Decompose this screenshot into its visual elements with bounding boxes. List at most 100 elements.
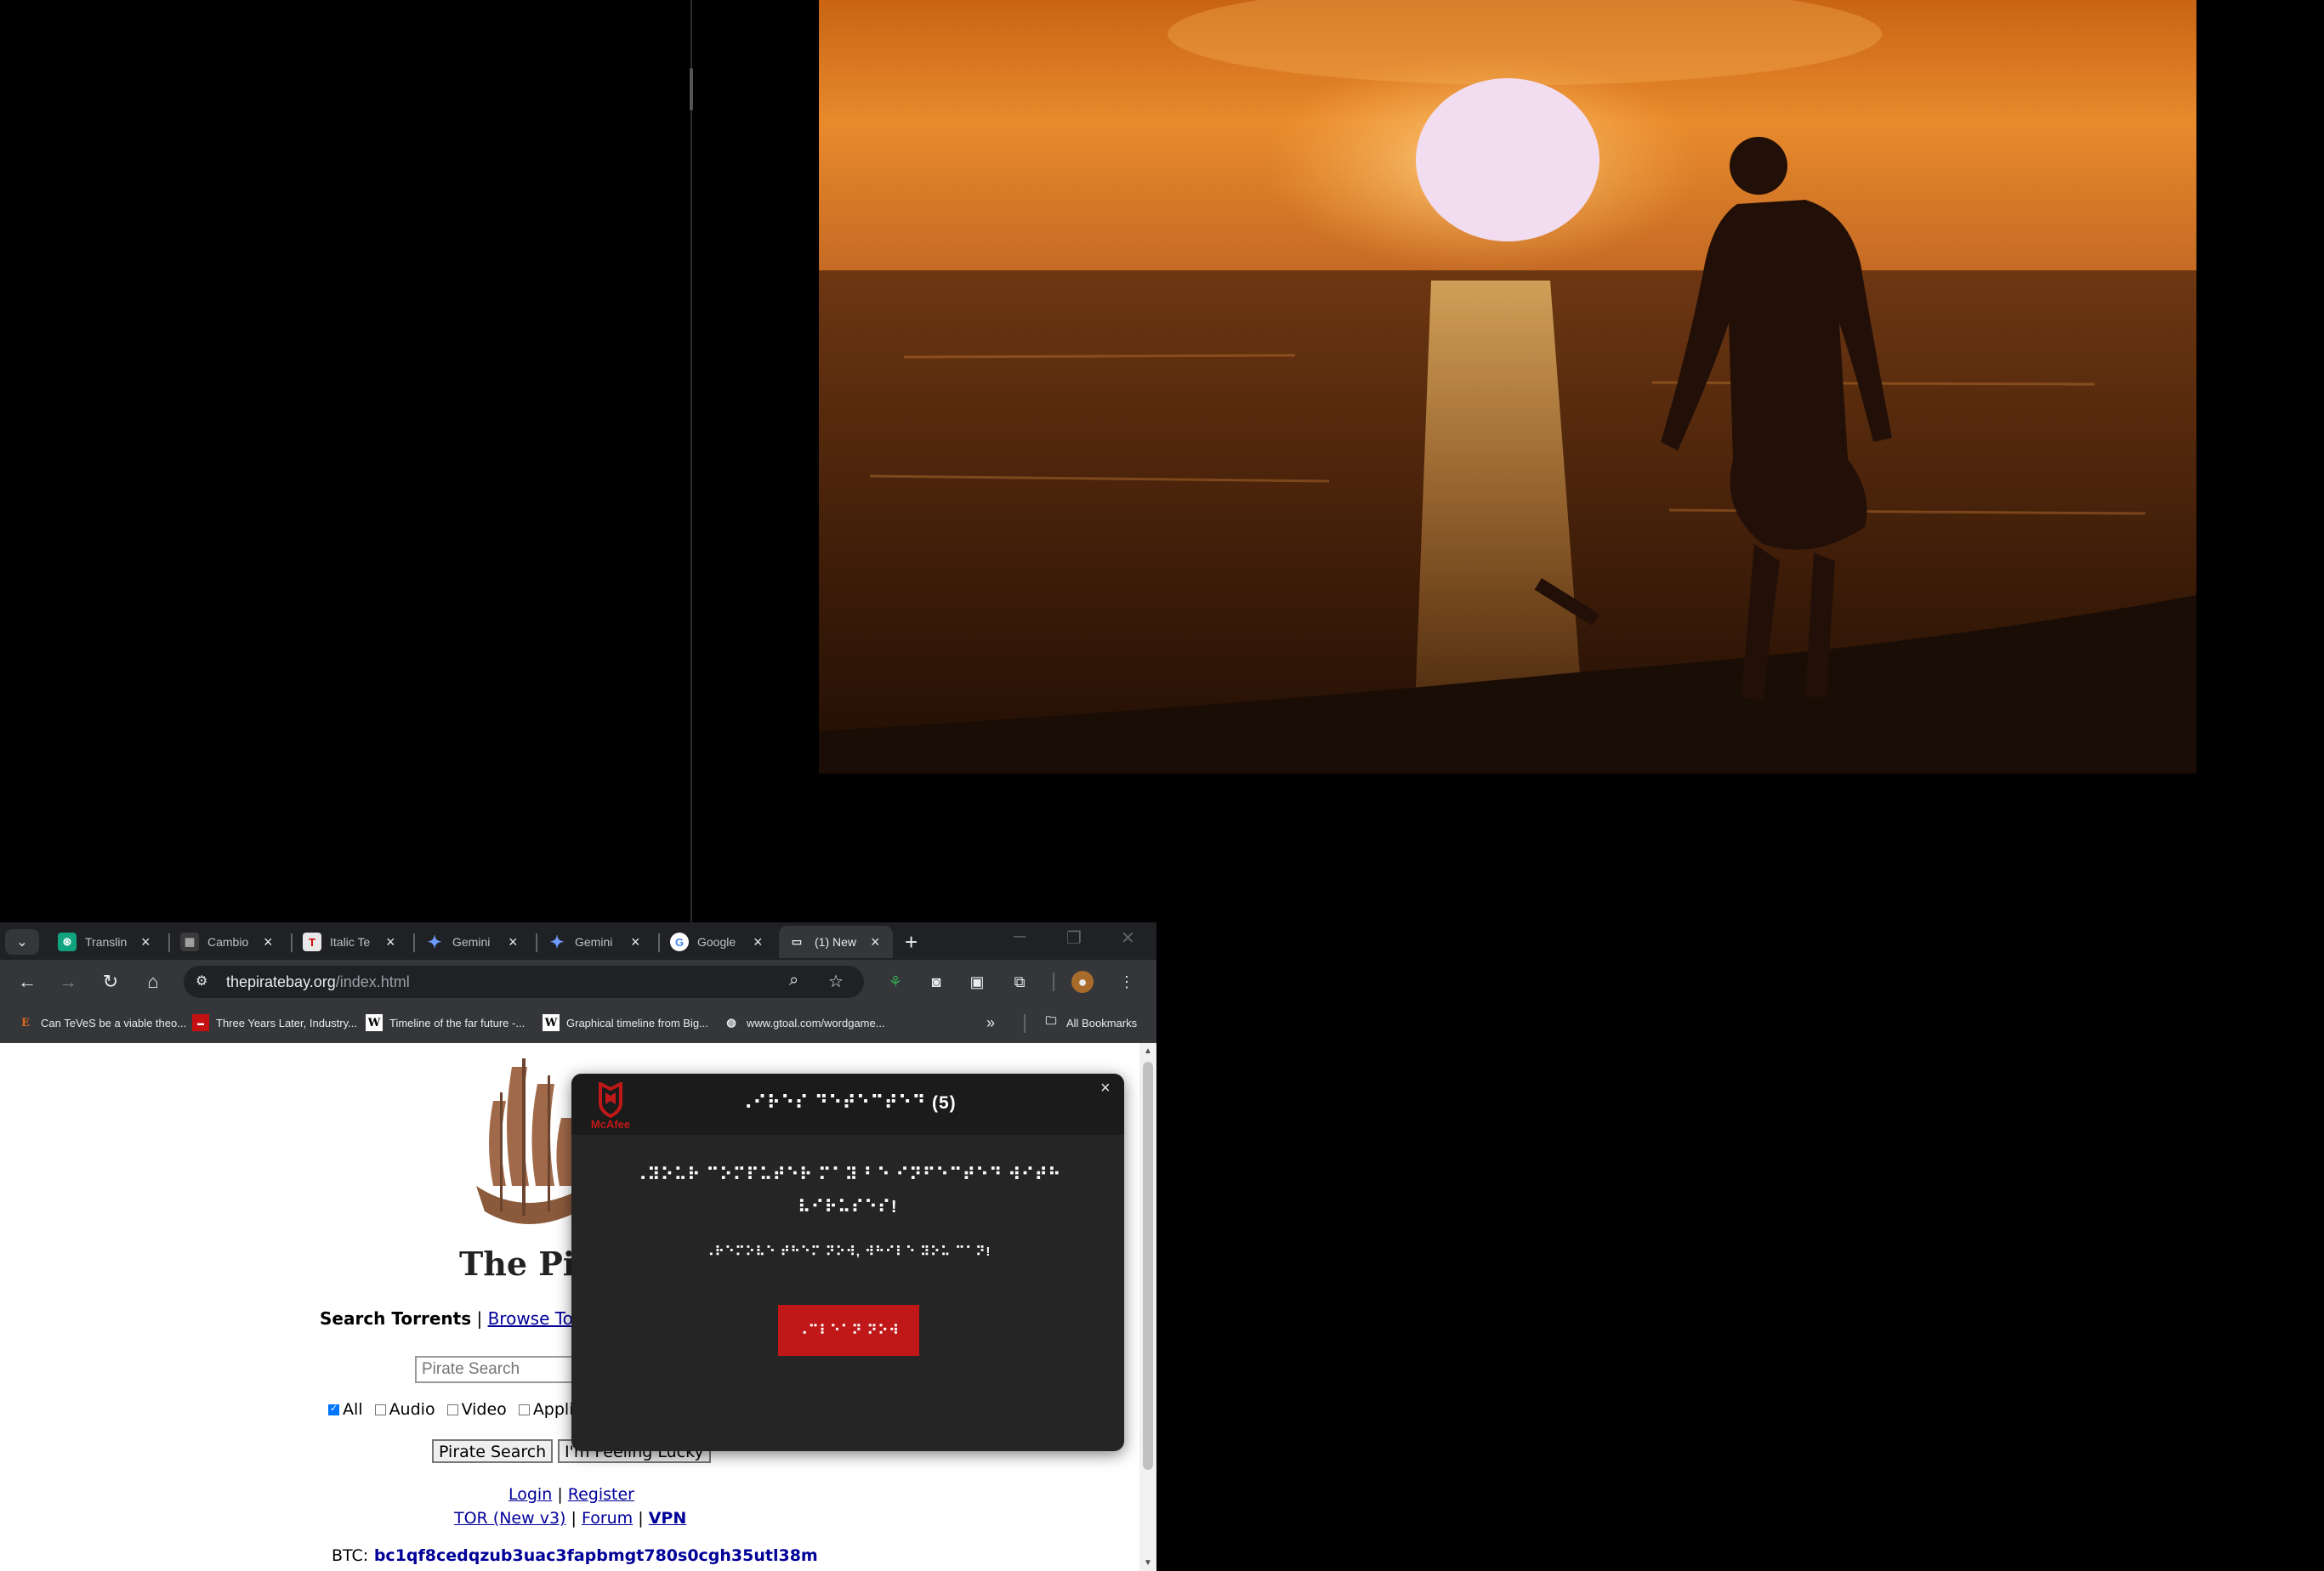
- account-links: Login | Register: [509, 1485, 634, 1504]
- tab-title: Italic Te: [330, 935, 371, 949]
- url-text[interactable]: thepiratebay.org/index.html: [226, 973, 410, 991]
- url-path: /index.html: [335, 973, 410, 990]
- tor-link[interactable]: TOR (New v3): [454, 1509, 565, 1528]
- bookmark-item[interactable]: ▬ Three Years Later, Industry...: [192, 1014, 357, 1031]
- audio-checkbox[interactable]: [374, 1404, 386, 1415]
- cambio-icon: ▦: [180, 933, 199, 951]
- close-tab-icon[interactable]: ×: [509, 933, 518, 951]
- forum-link[interactable]: Forum: [582, 1509, 633, 1528]
- tab-active-new[interactable]: ▭ (1) New ×: [779, 926, 893, 958]
- tab-gemini-1[interactable]: ✦ Gemini ×: [417, 926, 537, 958]
- restore-icon[interactable]: ❐: [1066, 927, 1082, 949]
- profile-avatar-icon[interactable]: ●: [1071, 971, 1094, 993]
- close-tab-icon[interactable]: ×: [264, 933, 273, 951]
- back-icon[interactable]: ←: [14, 968, 41, 995]
- reload-icon[interactable]: ↻: [97, 968, 124, 995]
- tab-gemini-2[interactable]: ✦ Gemini ×: [539, 926, 660, 958]
- close-tab-icon[interactable]: ×: [631, 933, 640, 951]
- chevron-down-icon: ⌄: [16, 935, 28, 950]
- tab-google[interactable]: G Google ×: [662, 926, 781, 958]
- close-window-icon[interactable]: ✕: [1121, 927, 1135, 949]
- btc-label: BTC:: [332, 1546, 369, 1565]
- tab-strip: ⌄ ⊛ Translin × ▦ Cambio × T Italic Te ×: [0, 922, 1156, 960]
- login-link[interactable]: Login: [509, 1485, 552, 1504]
- popup-message: ⠠⠽⠕⠥⠗ ⠉⠕⠍⠏⠥⠞⠑⠗ ⠍⠁⠽ ⠃⠑ ⠊⠝⠋⠑⠉⠞⠑⠙ ⠺⠊⠞⠓ ⠧⠊⠗⠥…: [634, 1165, 1062, 1217]
- folder-icon: 🗀: [1045, 1014, 1057, 1027]
- popup-header: McAfee ⠠⠊⠗⠑⠎ ⠙⠑⠞⠑⠉⠞⠑⠙ (5) ×: [571, 1074, 1124, 1135]
- address-bar[interactable]: ⚙ thepiratebay.org/index.html ⌕ ☆: [184, 966, 864, 998]
- scroll-down-icon[interactable]: ▼: [1144, 1558, 1152, 1568]
- camera-icon[interactable]: ◙: [925, 971, 947, 993]
- home-icon[interactable]: ⌂: [139, 968, 167, 995]
- extensions-icon[interactable]: ⧉: [1009, 971, 1031, 993]
- vpn-link[interactable]: VPN: [649, 1509, 687, 1528]
- cc-icon[interactable]: ▣: [966, 971, 988, 993]
- tab-title: Gemini: [452, 935, 491, 949]
- applications-checkbox[interactable]: [518, 1404, 530, 1415]
- tab-title: Cambio: [207, 935, 249, 949]
- sunset-photo-image: [819, 0, 2196, 774]
- video-label: Video: [461, 1400, 507, 1419]
- wikipedia-icon: W: [543, 1014, 560, 1031]
- globe-icon: ◍: [726, 1016, 736, 1029]
- category-filters: All Audio Video Applica: [323, 1400, 593, 1419]
- popup-action-button[interactable]: ⠠⠉⠇⠑⠁⠝ ⠝⠕⠺: [778, 1305, 919, 1356]
- forward-icon[interactable]: →: [54, 968, 82, 995]
- scrollbar-thumb[interactable]: [1143, 1062, 1153, 1470]
- tab-separator: [291, 933, 293, 952]
- tab-search-button[interactable]: ⌄: [5, 929, 39, 955]
- bookmark-item[interactable]: W Graphical timeline from Big...: [543, 1014, 708, 1031]
- translate-icon: ⊛: [58, 933, 77, 951]
- close-tab-icon[interactable]: ×: [141, 933, 151, 951]
- tab-separator: [658, 933, 660, 952]
- tab-title: Gemini: [575, 935, 613, 949]
- window-divider[interactable]: [690, 0, 692, 922]
- btc-value[interactable]: bc1qf8cedqzub3uac3fapbmgt780s0cgh35utl38…: [374, 1546, 818, 1565]
- browser-toolbar: ← → ↻ ⌂ ⚙ thepiratebay.org/index.html ⌕ …: [0, 960, 1156, 1004]
- tab-cambio[interactable]: ▦ Cambio ×: [172, 926, 293, 958]
- bookmark-label: Three Years Later, Industry...: [216, 1016, 357, 1029]
- new-tab-button[interactable]: +: [905, 929, 918, 956]
- tab-translin[interactable]: ⊛ Translin ×: [49, 926, 170, 958]
- close-tab-icon[interactable]: ×: [871, 933, 880, 951]
- extra-links: TOR (New v3) | Forum | VPN: [454, 1509, 686, 1528]
- pipe-separator: |: [571, 1509, 577, 1528]
- fake-virus-popup: McAfee ⠠⠊⠗⠑⠎ ⠙⠑⠞⠑⠉⠞⠑⠙ (5) × ⠠⠽⠕⠥⠗ ⠉⠕⠍⠏⠥⠞…: [571, 1074, 1124, 1451]
- minimize-icon[interactable]: ─: [1014, 927, 1026, 947]
- popup-subtext: ⠠⠗⠑⠍⠕⠧⠑ ⠞⠓⠑⠍ ⠝⠕⠺, ⠺⠓⠊⠇⠑ ⠽⠕⠥ ⠉⠁⠝!: [704, 1245, 992, 1259]
- tab-separator: [536, 933, 537, 952]
- all-label: All: [343, 1400, 363, 1419]
- divider-grip[interactable]: [690, 68, 693, 111]
- popup-title: ⠠⠊⠗⠑⠎ ⠙⠑⠞⠑⠉⠞⠑⠙ (5): [739, 1093, 957, 1113]
- new-icon: ▭: [791, 935, 803, 948]
- pirate-search-button[interactable]: Pirate Search: [432, 1439, 554, 1463]
- tab-italic-text[interactable]: T Italic Te ×: [294, 926, 415, 958]
- bookmark-item[interactable]: ◍ www.gtoal.com/wordgame...: [723, 1014, 885, 1031]
- scroll-up-icon[interactable]: ▲: [1144, 1046, 1152, 1056]
- video-checkbox[interactable]: [446, 1404, 458, 1415]
- bookmarks-bar: E Can TeVeS be a viable theo... ▬ Three …: [0, 1004, 1156, 1043]
- tab-title: Translin: [85, 935, 128, 949]
- all-bookmarks-button[interactable]: 🗀 All Bookmarks: [1043, 1014, 1137, 1031]
- menu-kebab-icon[interactable]: ⋮: [1116, 971, 1138, 993]
- register-link[interactable]: Register: [568, 1485, 634, 1504]
- mcafee-brand-text: McAfee: [591, 1118, 630, 1130]
- site-info-icon[interactable]: ⚙: [196, 973, 207, 990]
- close-tab-icon[interactable]: ×: [386, 933, 395, 951]
- extension-puzzle-green-icon[interactable]: ⚘: [884, 971, 906, 993]
- more-bookmarks-icon[interactable]: »: [986, 1014, 995, 1032]
- bookmark-label: www.gtoal.com/wordgame...: [747, 1016, 885, 1029]
- pipe-separator: |: [638, 1509, 644, 1528]
- zoom-icon[interactable]: ⌕: [789, 971, 798, 990]
- bookmark-item[interactable]: W Timeline of the far future -...: [366, 1014, 525, 1031]
- close-tab-icon[interactable]: ×: [753, 933, 763, 951]
- google-icon: G: [670, 933, 689, 951]
- all-checkbox[interactable]: [328, 1403, 339, 1415]
- popup-close-icon[interactable]: ×: [1100, 1079, 1111, 1098]
- e-site-icon: E: [21, 1016, 30, 1029]
- pipe-separator: |: [557, 1485, 563, 1504]
- bookmark-star-icon[interactable]: ☆: [828, 971, 844, 992]
- page-scrollbar[interactable]: ▲ ▼: [1139, 1043, 1156, 1571]
- bookmark-item[interactable]: E Can TeVeS be a viable theo...: [17, 1014, 186, 1031]
- news-site-icon: ▬: [192, 1014, 209, 1031]
